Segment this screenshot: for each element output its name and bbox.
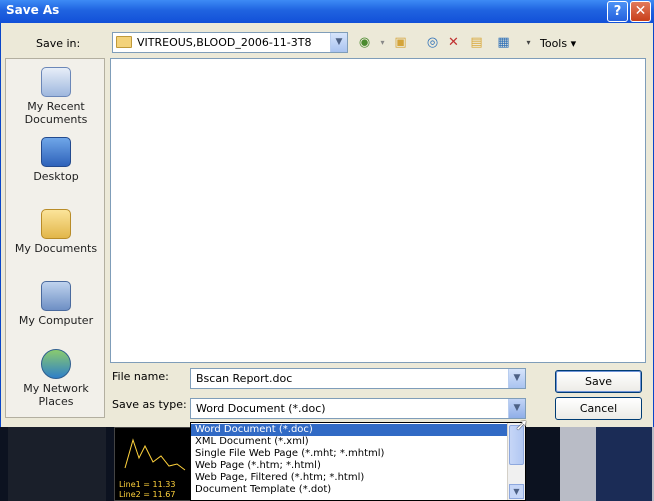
my-documents-icon bbox=[41, 209, 71, 239]
network-places-icon bbox=[41, 349, 71, 379]
folder-icon bbox=[116, 36, 132, 48]
place-my-computer[interactable]: My Computer bbox=[6, 281, 106, 327]
mouse-cursor-icon: ➚ bbox=[515, 415, 529, 434]
place-label: My Recent Documents bbox=[24, 100, 88, 126]
place-label: My Documents bbox=[14, 242, 98, 255]
place-my-documents[interactable]: My Documents bbox=[6, 209, 106, 255]
chevron-down-icon[interactable]: ▼ bbox=[330, 33, 347, 52]
back-dropdown-icon[interactable]: ▾ bbox=[374, 34, 391, 51]
places-bar: My Recent Documents Desktop My Documents… bbox=[5, 58, 105, 418]
search-web-icon[interactable]: ◎ bbox=[424, 34, 441, 51]
delete-icon[interactable]: ✕ bbox=[445, 34, 462, 51]
file-name-field[interactable]: Bscan Report.doc ▼ bbox=[190, 368, 526, 389]
waveform-graphic bbox=[124, 438, 186, 471]
background-right-inner bbox=[596, 427, 652, 501]
tools-menu[interactable]: Tools ▾ bbox=[540, 37, 576, 50]
type-option[interactable]: Single File Web Page (*.mht; *.mhtml) bbox=[191, 448, 507, 460]
graph-line1-label: Line1 = 11.33 bbox=[119, 480, 176, 489]
place-label: My Network Places bbox=[23, 382, 89, 408]
place-label: Desktop bbox=[33, 170, 79, 183]
save-button[interactable]: Save bbox=[555, 370, 642, 393]
place-my-network-places[interactable]: My Network Places bbox=[6, 349, 106, 408]
save-in-dropdown[interactable]: VITREOUS,BLOOD_2006-11-3T8 ▼ bbox=[112, 32, 348, 53]
background-graph: Line1 = 11.33 Line2 = 11.67 bbox=[114, 427, 194, 501]
type-option[interactable]: Web Page, Filtered (*.htm; *.html) bbox=[191, 472, 507, 484]
background-panel bbox=[8, 427, 106, 501]
type-option[interactable]: Word Document (*.doc) bbox=[191, 424, 507, 436]
desktop-icon bbox=[41, 137, 71, 167]
save-in-label: Save in: bbox=[36, 37, 81, 50]
place-label: My Computer bbox=[18, 314, 94, 327]
graph-line2-label: Line2 = 11.67 bbox=[119, 490, 176, 499]
type-option[interactable]: XML Document (*.xml) bbox=[191, 436, 507, 448]
type-option[interactable]: Web Page (*.htm; *.html) bbox=[191, 460, 507, 472]
title-bar: Save As ? ✕ bbox=[0, 0, 654, 23]
views-icon[interactable]: ▦ bbox=[495, 34, 512, 51]
file-name-value: Bscan Report.doc bbox=[196, 372, 293, 385]
scroll-down-icon[interactable]: ▼ bbox=[509, 484, 524, 499]
up-folder-icon[interactable]: ▣ bbox=[392, 34, 409, 51]
chevron-down-icon[interactable]: ▼ bbox=[508, 369, 525, 388]
save-as-type-label: Save as type: bbox=[112, 398, 187, 411]
place-desktop[interactable]: Desktop bbox=[6, 137, 106, 183]
file-list[interactable] bbox=[110, 58, 646, 363]
back-icon[interactable]: ◉ bbox=[356, 34, 373, 51]
save-as-type-list[interactable]: Word Document (*.doc) XML Document (*.xm… bbox=[190, 422, 526, 501]
save-as-type-value: Word Document (*.doc) bbox=[196, 402, 326, 415]
background-right-panel bbox=[560, 427, 654, 501]
place-my-recent-documents[interactable]: My Recent Documents bbox=[6, 67, 106, 126]
cancel-button[interactable]: Cancel bbox=[555, 397, 642, 420]
file-name-label: File name: bbox=[112, 370, 169, 383]
close-button[interactable]: ✕ bbox=[630, 1, 651, 22]
recent-documents-icon bbox=[41, 67, 71, 97]
help-button[interactable]: ? bbox=[607, 1, 628, 22]
views-dropdown-icon[interactable]: ▾ bbox=[520, 34, 537, 51]
save-in-value: VITREOUS,BLOOD_2006-11-3T8 bbox=[137, 36, 312, 49]
save-as-type-dropdown[interactable]: Word Document (*.doc) ▼ bbox=[190, 398, 526, 419]
new-folder-icon[interactable]: ▤ bbox=[468, 34, 485, 51]
my-computer-icon bbox=[41, 281, 71, 311]
window-title: Save As bbox=[6, 3, 60, 17]
type-option[interactable]: Document Template (*.dot) bbox=[191, 484, 507, 496]
